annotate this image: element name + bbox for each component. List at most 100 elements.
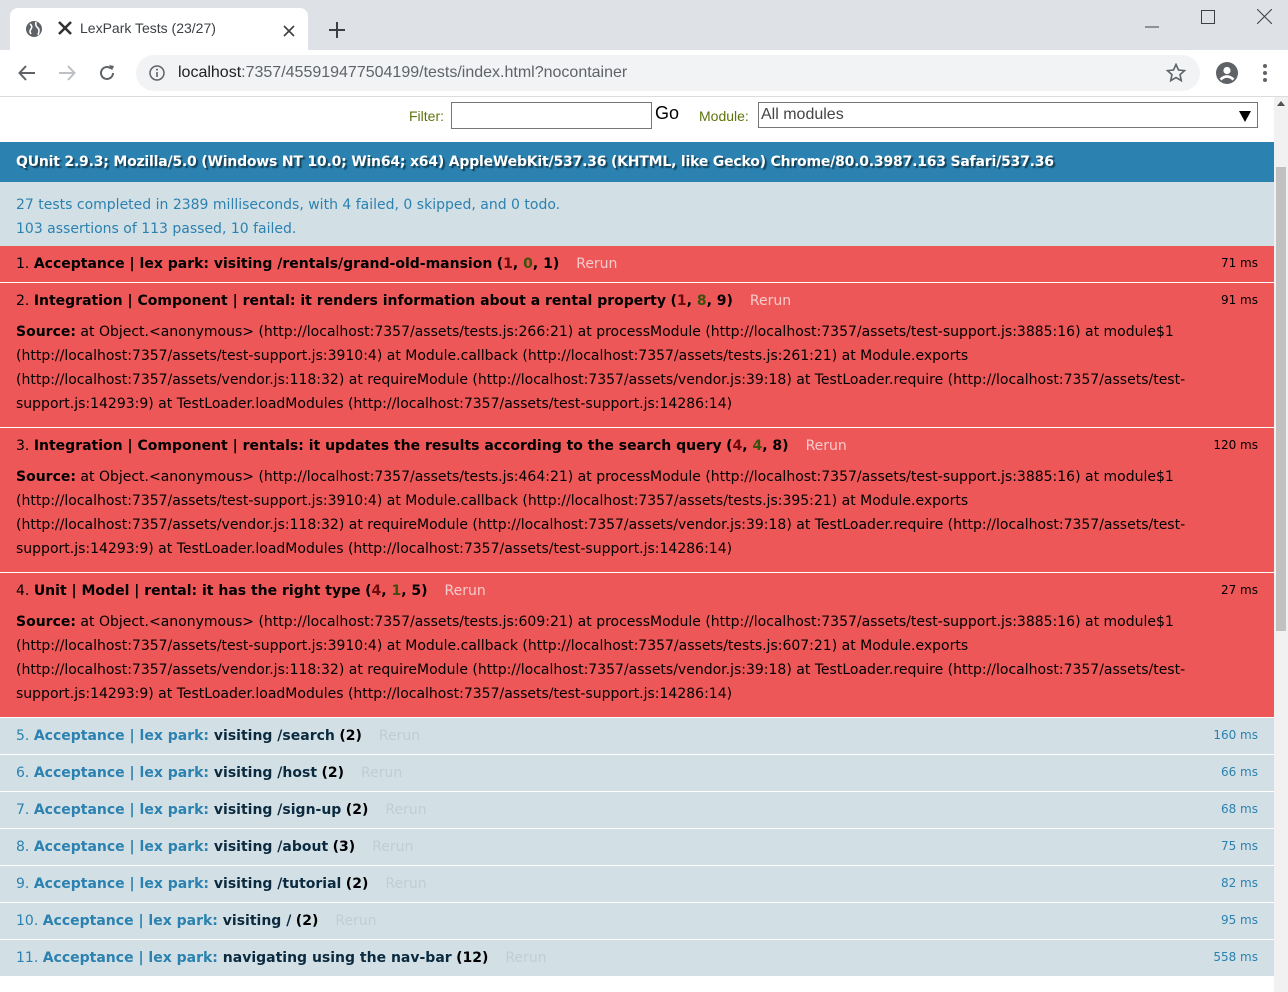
failed-count: 4 — [732, 438, 743, 454]
test-header[interactable]: 3. Integration | Component | rentals: it… — [16, 428, 1258, 454]
rerun-link[interactable]: Rerun — [505, 950, 546, 966]
test-header[interactable]: 2. Integration | Component | rental: it … — [16, 283, 1258, 309]
rerun-link[interactable]: Rerun — [806, 438, 847, 454]
close-icon[interactable] — [283, 22, 295, 41]
test-name: visiting /search — [209, 728, 335, 744]
minimize-icon[interactable] — [1145, 14, 1159, 33]
test-item[interactable]: 7. Acceptance | lex park: visiting /sign… — [0, 792, 1274, 829]
total-count: 8 — [772, 438, 783, 454]
test-number: 2. — [16, 293, 34, 309]
test-runtime: 558 ms — [1213, 950, 1258, 964]
test-item[interactable]: 2. Integration | Component | rental: it … — [0, 283, 1274, 428]
test-summary: 27 tests completed in 2389 milliseconds,… — [0, 182, 1274, 246]
test-counts: (2) — [339, 728, 362, 744]
rerun-link[interactable]: Rerun — [445, 583, 486, 599]
test-name: visiting / — [217, 913, 292, 929]
test-module: Acceptance | lex park: — [42, 950, 218, 966]
module-label: Module: — [699, 108, 749, 124]
scrollbar[interactable] — [1274, 97, 1288, 992]
summary-line: 27 tests completed in 2389 milliseconds,… — [16, 197, 561, 213]
test-item[interactable]: 8. Acceptance | lex park: visiting /abou… — [0, 829, 1274, 866]
total-count: 2 — [352, 802, 362, 818]
address-bar[interactable]: localhost:7357/455919477504199/tests/ind… — [136, 55, 1200, 91]
passed-count: 0 — [523, 256, 533, 272]
test-header[interactable]: 10. Acceptance | lex park: visiting / (2… — [16, 903, 1258, 929]
rerun-link[interactable]: Rerun — [385, 876, 426, 892]
test-header[interactable]: 7. Acceptance | lex park: visiting /sign… — [16, 792, 1258, 818]
test-item[interactable]: 9. Acceptance | lex park: visiting /tuto… — [0, 866, 1274, 903]
failed-count: 4 — [371, 583, 382, 599]
globe-icon — [25, 20, 43, 42]
rerun-link[interactable]: Rerun — [335, 913, 376, 929]
test-name: visiting /tutorial — [209, 876, 342, 892]
test-number: 9. — [16, 876, 34, 892]
tomster-favicon-icon — [56, 19, 74, 41]
total-count: 2 — [345, 728, 356, 744]
test-counts: (2) — [345, 802, 369, 818]
star-icon[interactable] — [1165, 62, 1187, 87]
go-button[interactable]: Go — [655, 103, 679, 124]
source-label: Source: — [16, 614, 76, 630]
test-header[interactable]: 1. Acceptance | lex park: visiting /rent… — [16, 246, 1258, 272]
test-number: 6. — [16, 765, 34, 781]
test-item[interactable]: 1. Acceptance | lex park: visiting /rent… — [0, 246, 1274, 283]
test-runtime: 120 ms — [1213, 438, 1258, 452]
test-module: Acceptance | lex park: — [33, 839, 210, 855]
profile-icon[interactable] — [1216, 62, 1238, 88]
test-item[interactable]: 5. Acceptance | lex park: visiting /sear… — [0, 718, 1274, 755]
test-runtime: 27 ms — [1220, 583, 1258, 597]
test-header[interactable]: 11. Acceptance | lex park: navigating us… — [16, 940, 1258, 966]
kebab-menu-icon[interactable] — [1262, 63, 1268, 87]
test-module: Unit | Model | rental: it has the right … — [33, 583, 361, 599]
test-header[interactable]: 9. Acceptance | lex park: visiting /tuto… — [16, 866, 1258, 892]
rerun-link[interactable]: Rerun — [750, 293, 791, 309]
test-name: visiting /about — [209, 839, 329, 855]
source-trace: at Object.<anonymous> (http://localhost:… — [16, 324, 1186, 412]
browser-tab[interactable]: LexPark Tests (23/27) — [10, 8, 308, 50]
window-close-icon[interactable] — [1256, 8, 1273, 28]
rerun-link[interactable]: Rerun — [379, 728, 420, 744]
scrollbar-thumb[interactable] — [1276, 167, 1286, 631]
scroll-up-arrow-icon[interactable] — [1277, 101, 1285, 106]
test-header[interactable]: 5. Acceptance | lex park: visiting /sear… — [16, 718, 1258, 744]
test-header[interactable]: 8. Acceptance | lex park: visiting /abou… — [16, 829, 1258, 855]
url-text[interactable]: localhost:7357/455919477504199/tests/ind… — [178, 64, 627, 82]
info-icon[interactable] — [149, 65, 165, 85]
rerun-link[interactable]: Rerun — [372, 839, 413, 855]
test-header[interactable]: 4. Unit | Model | rental: it has the rig… — [16, 573, 1258, 599]
dropdown-arrow-icon — [1239, 111, 1251, 122]
back-icon[interactable] — [18, 64, 36, 86]
forward-icon[interactable] — [58, 64, 76, 86]
test-runtime: 82 ms — [1220, 876, 1258, 890]
passed-count: 4 — [752, 438, 763, 454]
module-select[interactable]: All modules — [758, 102, 1258, 128]
test-item[interactable]: 3. Integration | Component | rentals: it… — [0, 428, 1274, 573]
test-number: 5. — [16, 728, 34, 744]
test-counts: (3) — [332, 839, 356, 855]
rerun-link[interactable]: Rerun — [361, 765, 402, 781]
test-counts: (2) — [321, 765, 345, 781]
rerun-link[interactable]: Rerun — [576, 256, 617, 272]
test-runtime: 68 ms — [1220, 802, 1258, 816]
test-item[interactable]: 11. Acceptance | lex park: navigating us… — [0, 940, 1274, 977]
rerun-link[interactable]: Rerun — [385, 802, 426, 818]
test-item[interactable]: 6. Acceptance | lex park: visiting /host… — [0, 755, 1274, 792]
test-number: 11. — [16, 950, 43, 966]
source-trace: at Object.<anonymous> (http://localhost:… — [16, 469, 1186, 557]
filter-input[interactable] — [451, 102, 652, 129]
reload-icon[interactable] — [98, 64, 116, 86]
test-item[interactable]: 4. Unit | Model | rental: it has the rig… — [0, 573, 1274, 718]
module-select-value: All modules — [761, 106, 844, 123]
maximize-icon[interactable] — [1201, 9, 1215, 28]
test-name: visiting /sign-up — [209, 802, 342, 818]
test-runtime: 71 ms — [1220, 256, 1258, 270]
total-count: 9 — [716, 293, 727, 309]
test-item[interactable]: 10. Acceptance | lex park: visiting / (2… — [0, 903, 1274, 940]
test-runtime: 160 ms — [1213, 728, 1258, 742]
test-header[interactable]: 6. Acceptance | lex park: visiting /host… — [16, 755, 1258, 781]
tab-strip: LexPark Tests (23/27) — [0, 0, 1288, 50]
test-counts: (4, 4, 8) — [726, 438, 789, 454]
plus-icon[interactable] — [328, 21, 346, 43]
passed-count: 1 — [391, 583, 402, 599]
page-viewport: Filter: Go Module: All modules QUnit 2.9… — [0, 97, 1274, 992]
